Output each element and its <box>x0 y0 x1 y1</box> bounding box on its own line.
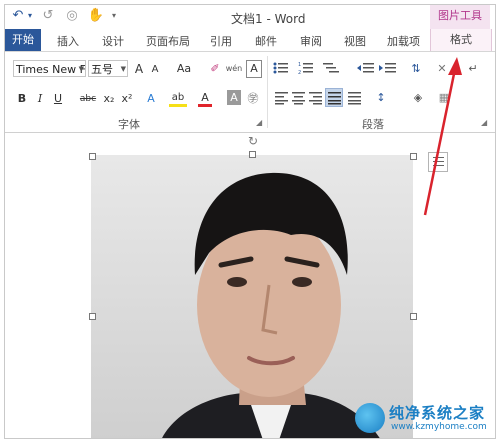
watermark: 纯净系统之家 www.kzmyhome.com <box>355 400 495 436</box>
watermark-title: 纯净系统之家 <box>389 404 486 422</box>
watermark-url: www.kzmyhome.com <box>391 422 487 432</box>
watermark-logo-icon <box>355 403 385 433</box>
word-window: ↶ ▾ ↺ ◎ ✋ ▾ 文档1 - Word 图片工具 开始 插入 设计 页面布… <box>4 4 496 439</box>
annotation-arrow <box>423 57 462 216</box>
